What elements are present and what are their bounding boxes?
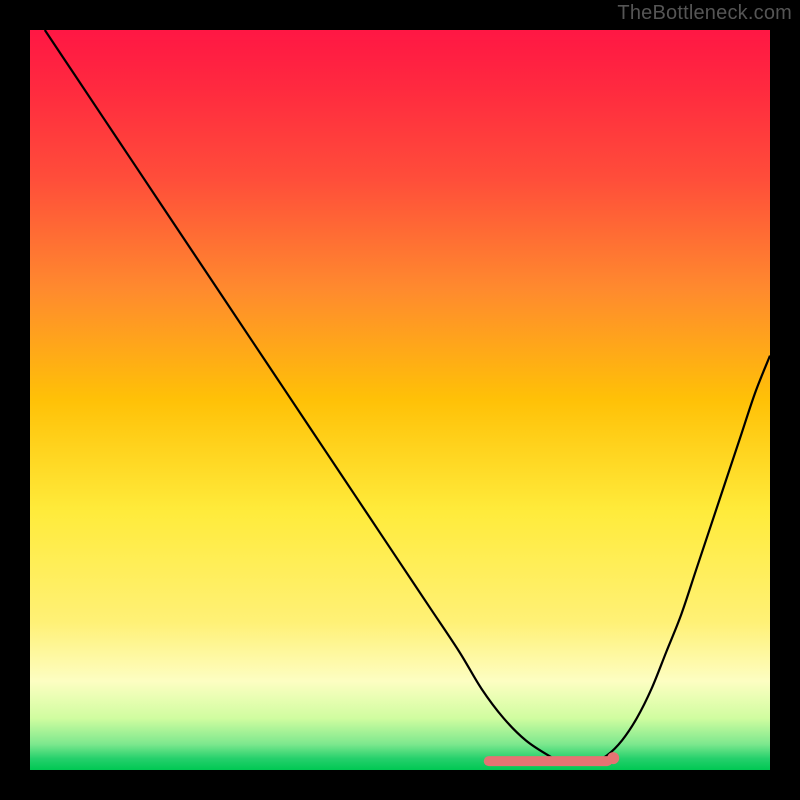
gradient-background [30,30,770,770]
watermark-text: TheBottleneck.com [617,2,792,25]
plot-area [30,30,770,770]
chart-svg [30,30,770,770]
chart-root: TheBottleneck.com [0,0,800,800]
